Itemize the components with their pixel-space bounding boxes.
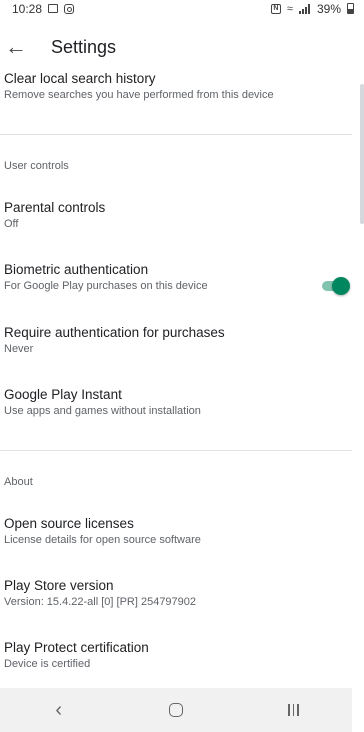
navigation-bar: ‹ [0, 688, 352, 732]
signal-icon [298, 3, 311, 14]
pref-summary: Use apps and games without installation [4, 405, 201, 417]
pref-summary: Device is certified [4, 658, 91, 670]
pref-title: Clear local search history [4, 71, 156, 86]
app-bar: ← Settings [0, 27, 364, 67]
nav-recents-button[interactable] [263, 688, 323, 732]
status-left: 10:28 [12, 1, 75, 16]
pref-title: Google Play Instant [4, 387, 122, 402]
nfc-icon: N [270, 3, 281, 14]
battery-percent: 39% [316, 1, 341, 16]
scrollbar[interactable] [360, 84, 364, 224]
pref-title: Play Store version [4, 578, 114, 593]
toggle-thumb [332, 277, 350, 295]
pref-title: Biometric authentication [4, 262, 149, 277]
pref-title: Open source licenses [4, 516, 134, 531]
status-time: 10:28 [12, 1, 43, 16]
back-button[interactable]: ← [3, 34, 29, 60]
pref-title: Parental controls [4, 200, 106, 215]
gallery-notification-icon [48, 4, 59, 13]
pref-summary: Version: 15.4.22-all [0] [PR] 254797902 [4, 596, 197, 608]
pref-summary: For Google Play purchases on this device [4, 280, 208, 292]
divider [0, 134, 352, 135]
play-protect-certification-item[interactable]: Play Protect certification Device is cer… [4, 640, 324, 670]
clear-search-history-item[interactable]: Clear local search history Remove search… [4, 71, 324, 101]
pref-summary: Never [4, 343, 34, 355]
chevron-left-icon: ‹ [55, 698, 62, 721]
page-title: Settings [51, 36, 117, 57]
wifi-icon: ≈ [286, 2, 293, 15]
open-source-licenses-item[interactable]: Open source licenses License details for… [4, 516, 324, 546]
nav-home-button[interactable] [146, 688, 206, 732]
settings-list[interactable]: Clear local search history Remove search… [0, 67, 352, 688]
battery-icon [347, 3, 354, 14]
parental-controls-item[interactable]: Parental controls Off [4, 200, 324, 230]
google-play-instant-item[interactable]: Google Play Instant Use apps and games w… [4, 387, 324, 417]
pref-title: Require authentication for purchases [4, 325, 225, 340]
status-right: N ≈ 39% [270, 1, 354, 16]
instagram-notification-icon [64, 3, 75, 14]
about-header: About [4, 476, 33, 488]
arrow-left-icon: ← [5, 34, 27, 59]
biometric-toggle[interactable] [320, 276, 350, 296]
recents-icon [288, 704, 299, 716]
pref-summary: Off [4, 218, 19, 230]
status-bar: 10:28 N ≈ 39% [0, 0, 364, 17]
home-icon [168, 703, 183, 717]
user-controls-header: User controls [4, 160, 69, 172]
biometric-authentication-item[interactable]: Biometric authentication For Google Play… [4, 262, 324, 292]
pref-summary: Remove searches you have performed from … [4, 89, 274, 101]
play-store-version-item[interactable]: Play Store version Version: 15.4.22-all … [4, 578, 324, 608]
pref-title: Play Protect certification [4, 640, 149, 655]
require-authentication-item[interactable]: Require authentication for purchases Nev… [4, 325, 324, 355]
pref-summary: License details for open source software [4, 534, 201, 546]
nav-back-button[interactable]: ‹ [29, 688, 89, 732]
divider [0, 450, 352, 451]
